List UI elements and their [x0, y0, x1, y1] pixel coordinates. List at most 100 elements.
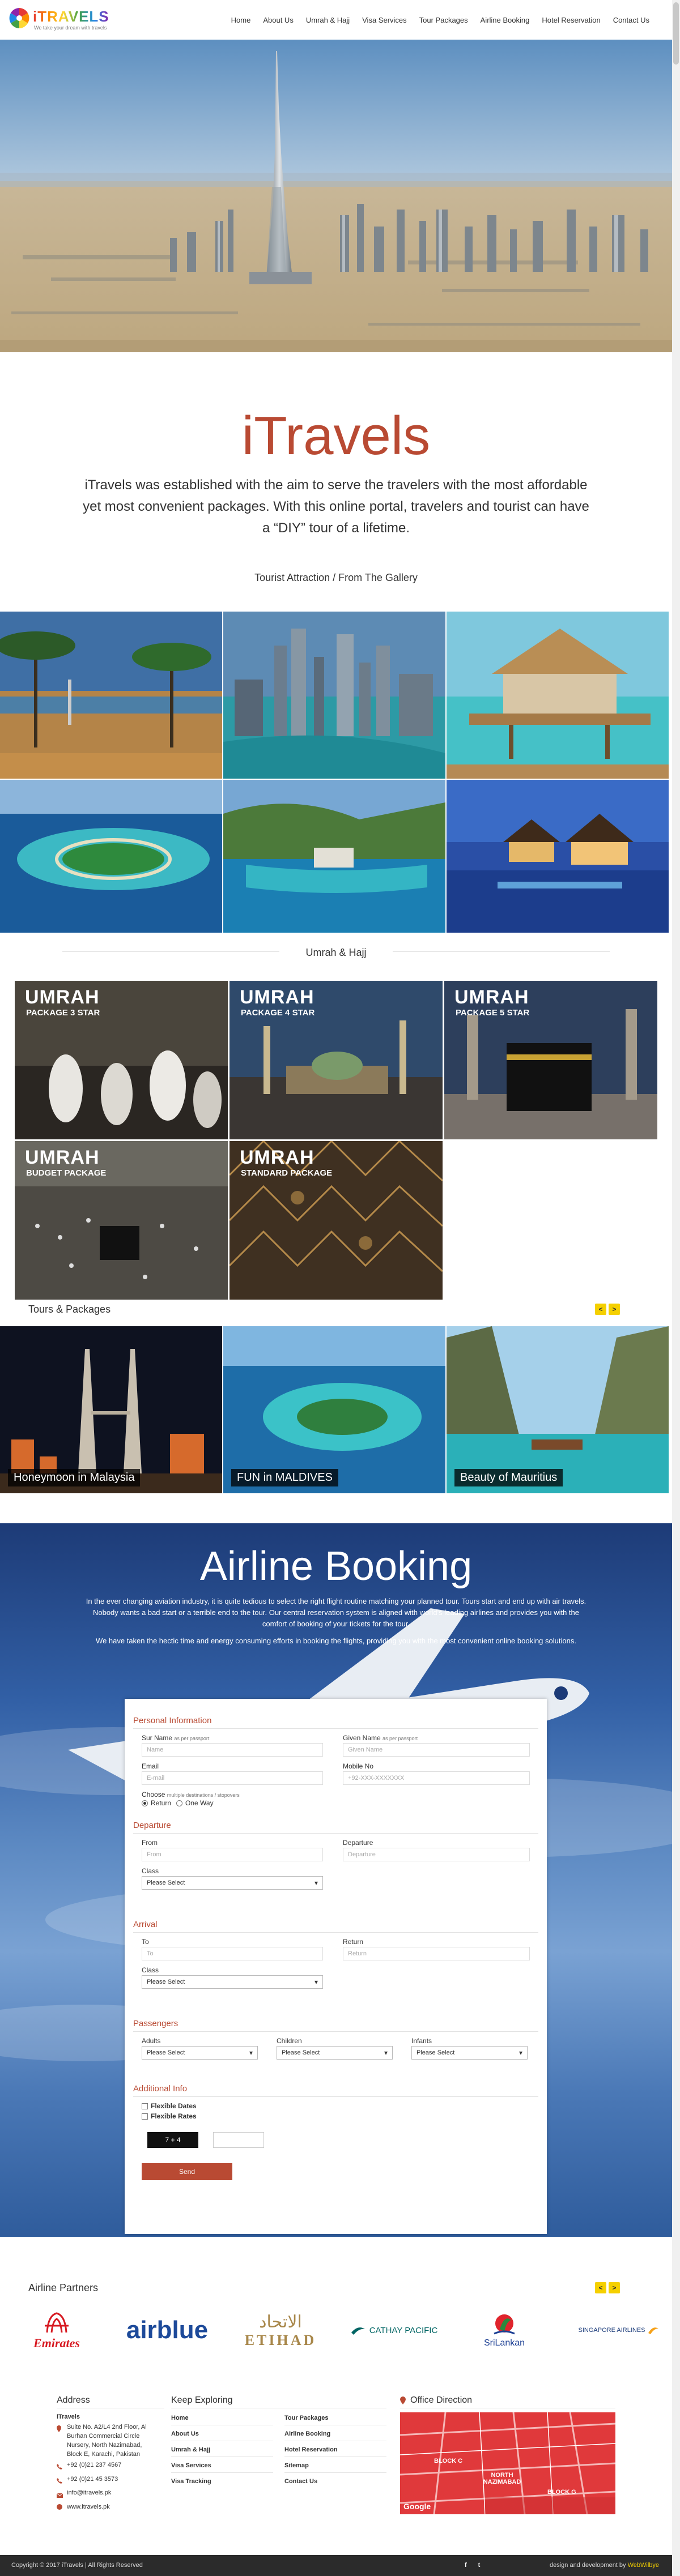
tour-caption: FUN in MALDIVES — [231, 1469, 338, 1486]
main-nav: Home About Us Umrah & Hajj Visa Services… — [231, 16, 649, 24]
partner-logo-etihad[interactable]: الاتحاد ETIHAD — [230, 2305, 332, 2356]
airline-booking-title: Airline Booking — [199, 1544, 473, 1589]
children-label: Children — [277, 2037, 302, 2045]
umrah-budget-package[interactable]: UMRAH BUDGET PACKAGE — [15, 1141, 228, 1300]
partner-logo-srilankan[interactable]: SriLankan — [456, 2305, 552, 2356]
flexible-rates-label: Flexible Rates — [151, 2112, 197, 2120]
nav-about-us[interactable]: About Us — [263, 16, 293, 24]
nav-visa-services[interactable]: Visa Services — [362, 16, 407, 24]
gallery-image-coast[interactable] — [223, 780, 445, 933]
footer-link-hotel-reservation[interactable]: Hotel Reservation — [284, 2446, 338, 2453]
gallery-image-palms[interactable] — [0, 612, 222, 779]
office-map[interactable]: BLOCK C NORTH NAZIMABAD BLOCK G Google — [400, 2412, 615, 2514]
adults-label: Adults — [142, 2037, 161, 2045]
map-label: BLOCK C — [434, 2458, 463, 2464]
scrollbar-thumb[interactable] — [673, 2, 679, 65]
departure-date-input[interactable]: Departure — [343, 1848, 530, 1861]
partner-logo-cathay[interactable]: CATHAY PACIFIC — [343, 2305, 445, 2356]
google-logo: Google — [403, 2502, 431, 2511]
facebook-icon[interactable]: f — [465, 2562, 467, 2569]
tour-caption: Honeymoon in Malaysia — [8, 1469, 141, 1486]
tours-prev-button[interactable]: < — [595, 1304, 606, 1315]
partner-logo-emirates[interactable]: Emirates — [11, 2305, 102, 2356]
footer-link-about[interactable]: About Us — [171, 2430, 199, 2437]
one-way-radio[interactable] — [176, 1800, 183, 1806]
footer-link-umrah[interactable]: Umrah & Hajj — [171, 2446, 210, 2453]
partner-logo-singapore[interactable]: SINGAPORE AIRLINES — [570, 2305, 669, 2356]
footer-office-title: Office Direction — [410, 2395, 473, 2405]
adults-select[interactable]: Please Select — [142, 2046, 258, 2060]
departure-title: Departure — [133, 1821, 171, 1830]
umrah-package-3-star[interactable]: UMRAH PACKAGE 3 STAR — [15, 981, 228, 1139]
singapore-bird-icon — [648, 2327, 659, 2334]
partners-prev-button[interactable]: < — [595, 2282, 606, 2293]
return-radio[interactable] — [142, 1800, 148, 1806]
footer-link-visa-services[interactable]: Visa Services — [171, 2462, 211, 2469]
twitter-icon[interactable]: t — [478, 2562, 481, 2569]
email-icon — [56, 2490, 63, 2498]
map-label: BLOCK G — [547, 2489, 576, 2496]
tour-card-malaysia[interactable]: Honeymoon in Malaysia — [0, 1326, 222, 1493]
footer-link-home[interactable]: Home — [171, 2415, 189, 2421]
partner-logo-text: ETIHAD — [244, 2331, 317, 2348]
fieldset-divider — [133, 1932, 538, 1933]
gallery-image-water-villas[interactable] — [447, 780, 669, 933]
mobile-input[interactable]: +92-XXX-XXXXXXX — [343, 1771, 530, 1785]
tour-card-maldives[interactable]: FUN in MALDIVES — [223, 1326, 445, 1493]
captcha-input[interactable] — [213, 2132, 264, 2148]
page-scrollbar[interactable] — [672, 0, 680, 2576]
phone-icon — [57, 2462, 62, 2470]
footer-link-sitemap[interactable]: Sitemap — [284, 2462, 309, 2469]
send-button[interactable]: Send — [142, 2163, 232, 2180]
gallery-image-dubai-marina[interactable] — [223, 612, 445, 779]
footer-link-airline-booking[interactable]: Airline Booking — [284, 2430, 330, 2437]
nav-airline-booking[interactable]: Airline Booking — [481, 16, 530, 24]
logo-icon[interactable] — [8, 7, 31, 29]
return-date-input[interactable]: Return — [343, 1947, 530, 1960]
umrah-standard-package[interactable]: UMRAH STANDARD PACKAGE — [230, 1141, 443, 1300]
gallery-image-beach-hut[interactable] — [447, 612, 669, 779]
site-header: iTRAVELS We take your dream with travels… — [0, 0, 672, 40]
additional-info-title: Additional Info — [133, 2084, 188, 2094]
tours-heading: Tours & Packages — [28, 1304, 111, 1315]
tours-next-button[interactable]: > — [609, 1304, 620, 1315]
fieldset-divider — [133, 1728, 538, 1729]
footer-link-tour-packages[interactable]: Tour Packages — [284, 2415, 328, 2421]
umrah-package-5-star[interactable]: UMRAH PACKAGE 5 STAR — [444, 981, 657, 1139]
umrah-subtitle: PACKAGE 5 STAR — [456, 1008, 530, 1018]
flexible-dates-option[interactable]: Flexible Dates — [142, 2102, 197, 2110]
nav-tour-packages[interactable]: Tour Packages — [419, 16, 468, 24]
nav-umrah-hajj[interactable]: Umrah & Hajj — [306, 16, 350, 24]
flexible-rates-option[interactable]: Flexible Rates — [142, 2112, 197, 2120]
flexible-dates-checkbox[interactable] — [142, 2103, 148, 2109]
footer-website[interactable]: www.itravels.pk — [67, 2502, 110, 2511]
footer-link-visa-tracking[interactable]: Visa Tracking — [171, 2478, 211, 2485]
gallery-image-island-aerial[interactable] — [0, 780, 222, 933]
from-input[interactable]: From — [142, 1848, 323, 1861]
nav-contact-us[interactable]: Contact Us — [613, 16, 649, 24]
mobile-label: Mobile No — [343, 1762, 374, 1770]
nav-home[interactable]: Home — [231, 16, 251, 24]
footer-link-contact[interactable]: Contact Us — [284, 2478, 317, 2485]
return-date-label: Return — [343, 1938, 364, 1946]
partner-logo-airblue[interactable]: airblue — [116, 2305, 218, 2356]
givenname-input[interactable]: Given Name — [343, 1743, 530, 1757]
email-input[interactable]: E-mail — [142, 1771, 323, 1785]
tour-card-mauritius[interactable]: Beauty of Mauritius — [447, 1326, 669, 1493]
flexible-rates-checkbox[interactable] — [142, 2113, 148, 2120]
footer-email[interactable]: info@itravels.pk — [67, 2488, 111, 2497]
logo-text[interactable]: iTRAVELS — [33, 8, 109, 25]
credit-brand-link[interactable]: WebWilbye — [628, 2562, 659, 2569]
arrival-class-select[interactable]: Please Select — [142, 1975, 323, 1989]
infants-select[interactable]: Please Select — [411, 2046, 528, 2060]
social-links: f t — [465, 2562, 480, 2569]
umrah-package-4-star[interactable]: UMRAH PACKAGE 4 STAR — [230, 981, 443, 1139]
copyright-text: Copyright © 2017 iTravels | All Rights R… — [11, 2562, 143, 2569]
children-select[interactable]: Please Select — [277, 2046, 393, 2060]
departure-class-select[interactable]: Please Select — [142, 1876, 323, 1890]
nav-hotel-reservation[interactable]: Hotel Reservation — [542, 16, 600, 24]
partners-next-button[interactable]: > — [609, 2282, 620, 2293]
to-input[interactable]: To — [142, 1947, 323, 1960]
booking-form: Personal Information Sur Name as per pas… — [125, 1699, 547, 2234]
surname-input[interactable]: Name — [142, 1743, 323, 1757]
